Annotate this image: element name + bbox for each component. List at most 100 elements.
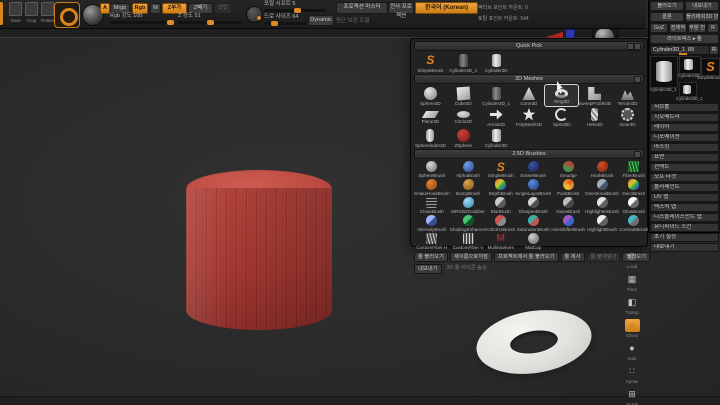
shelf-solo-button[interactable]: ● Solo <box>618 342 646 361</box>
panel-mini-button[interactable] <box>634 76 641 83</box>
subpalette-item[interactable]: 컨택트 <box>650 163 719 172</box>
panel-close-icon[interactable] <box>634 43 641 50</box>
transfer-projection-button[interactable]: 전사 프로젝션 <box>388 2 414 19</box>
slider-track[interactable] <box>110 20 174 25</box>
brush-item[interactable]: SharpenBrush <box>515 196 551 214</box>
z-intensity-slider[interactable]: Z 강도 51 <box>178 13 242 26</box>
tool-panel-button[interactable]: 폴리메쉬3D 만들기 <box>685 12 719 22</box>
tool-panel-button[interactable]: 불러오기 <box>650 1 684 11</box>
red-cylinder-model[interactable] <box>186 188 332 330</box>
draw-size-slider[interactable]: 드로 사이즈 64 <box>264 14 306 27</box>
subpalette-item[interactable]: 표면 <box>650 153 719 162</box>
quick-pick-item[interactable]: Cylinder3D <box>480 52 513 73</box>
mesh-item[interactable]: Cylinder3D <box>480 127 513 148</box>
slider-handle[interactable] <box>166 20 174 25</box>
tool-action-button[interactable]: 툴 복사 <box>560 252 585 262</box>
brush-item[interactable]: AlphaBrush <box>450 160 487 178</box>
shelf-xpose-button[interactable]: ∷ Xpose <box>618 365 646 384</box>
shelf-local-button[interactable]: ◎ Local <box>618 250 646 269</box>
brush-item[interactable]: Smudge <box>551 160 585 178</box>
chip-a-toggle[interactable]: A <box>100 3 110 14</box>
brush-item[interactable]: CustomFiber V <box>450 232 487 250</box>
mesh-item[interactable]: PolyMesh3D <box>513 106 546 127</box>
mesh-item[interactable]: Cylinder3D_1 <box>480 85 513 106</box>
slider-track[interactable] <box>264 21 306 26</box>
brush-item[interactable]: ShadingEnhancer <box>450 214 486 232</box>
slider-handle[interactable] <box>270 21 278 26</box>
recent-tool-thumb-cylinder[interactable] <box>679 56 701 74</box>
subpalette-item[interactable]: 폴리페인트 <box>650 183 719 192</box>
subpalette-item[interactable]: 마스킹 <box>650 143 719 152</box>
mesh-item[interactable]: Spiral3D <box>545 106 578 127</box>
mesh-item[interactable]: SweepProfile3D <box>578 85 611 106</box>
tool-panel-button[interactable]: GoZ <box>650 23 668 33</box>
white-torus-model[interactable] <box>471 302 597 382</box>
mesh-item[interactable]: Gear3D <box>611 106 644 127</box>
document-crop-button[interactable]: Crop <box>24 2 39 23</box>
subpalette-item[interactable]: 서브툴 <box>650 103 719 112</box>
brush-item[interactable]: S SimpleBrush <box>486 160 515 178</box>
brush-item[interactable]: DecoBrush <box>619 178 648 196</box>
tool-action-button[interactable]: 새이름으로저장 <box>449 252 492 262</box>
focal-shift-slider[interactable]: 포컬 시프트 5 <box>264 1 326 14</box>
subpalette-item[interactable]: 디스플레이스먼트 맵 <box>650 213 719 222</box>
subpalette-item[interactable]: 모프 타겟 <box>650 173 719 182</box>
brush-item[interactable]: BlurBrush <box>486 196 515 214</box>
subpalette-item[interactable]: 지오메트리 <box>650 113 719 122</box>
tool-panel-button[interactable]: 클론 <box>650 12 684 22</box>
brushes-header[interactable]: 2.5D Brushes <box>414 149 644 159</box>
mesh-item[interactable]: ZSphere <box>447 127 480 148</box>
brush-item[interactable]: ColorizeBrush <box>486 214 515 232</box>
quick-pick-item[interactable]: S SimpleBrush <box>414 52 447 73</box>
tool-panel-button[interactable]: 전체적 <box>669 23 687 33</box>
brush-item[interactable]: NoiseBrush <box>551 196 585 214</box>
slider-handle[interactable] <box>206 20 214 25</box>
subpalette-item[interactable]: 유니파이드 스킨 <box>650 223 719 232</box>
brush-item[interactable]: SaturationBrush <box>515 214 551 232</box>
active-tool-thumb[interactable] <box>650 56 678 88</box>
panel-mini-button[interactable] <box>627 43 634 50</box>
brush-item[interactable]: DirectionalBrush <box>585 178 619 196</box>
subpalette-item[interactable]: 텍스처 맵 <box>650 203 719 212</box>
subpalette-item[interactable]: 디포메이션 <box>650 133 719 142</box>
tool-action-button[interactable]: 프로젝트에서 툴 불러오기 <box>493 252 559 262</box>
brush-item[interactable]: ContrastBrush <box>619 214 648 232</box>
brush-item[interactable]: CloneBrush <box>414 196 450 214</box>
mesh-item[interactable]: Plane3D <box>414 106 447 127</box>
mesh-item[interactable]: Circle3D <box>447 106 480 127</box>
recent-tool-thumb-simplebrush[interactable]: S <box>701 58 720 76</box>
brush-item[interactable]: BumpBrush <box>450 178 487 196</box>
panel-mini-button[interactable] <box>634 151 641 158</box>
mesh-item[interactable]: Arrow3D <box>480 106 513 127</box>
tool-panel-button[interactable]: R <box>707 23 719 33</box>
quick-pick-item[interactable]: Cylinder3D_1 <box>447 52 480 73</box>
recent-tool-thumb-cylinder1[interactable] <box>679 82 697 97</box>
brush-item[interactable]: GlowBrush <box>619 196 648 214</box>
subpalette-item[interactable]: 레이어 <box>650 123 719 132</box>
mesh-item[interactable]: Terrain3D <box>611 85 644 106</box>
slider-track[interactable] <box>264 8 326 13</box>
brush-item[interactable]: SnakeHookBrush <box>414 178 450 196</box>
mesh-item[interactable]: Cone3D <box>513 85 546 106</box>
quick-pick-header[interactable]: Quick Pick <box>414 41 644 51</box>
brush-item[interactable]: MRGBZGrabber <box>450 196 487 214</box>
brush-item[interactable]: IntensityBrush <box>414 214 450 232</box>
tool-panel-button[interactable]: 부분 전송 <box>688 23 706 33</box>
shelf-ghost-button[interactable]: ◌ Ghost <box>618 319 646 338</box>
slider-handle[interactable] <box>294 8 302 13</box>
rgb-intensity-slider[interactable]: Rgb 강도 100 <box>110 13 174 26</box>
brush-item[interactable]: MatCap <box>515 232 551 250</box>
brush-item[interactable]: HighlightBrush <box>585 214 619 232</box>
brush-item[interactable]: M MultiMarkers <box>486 232 515 250</box>
current-brush-button[interactable] <box>54 2 80 28</box>
projection-master-button[interactable]: 프로젝션 마스터 <box>336 2 388 14</box>
brush-item[interactable]: DepthBrush <box>486 178 515 196</box>
brush-item[interactable]: SingleLayerBrush <box>515 178 551 196</box>
mesh-item[interactable]: Sphereinder3D <box>414 127 447 148</box>
document-rotate-button[interactable]: Rotate <box>40 2 55 23</box>
focal-knob-icon[interactable] <box>246 6 263 23</box>
tool-r-button[interactable]: R <box>709 46 718 54</box>
brush-item[interactable]: SphereBrush <box>414 160 450 178</box>
tool-action-button[interactable]: 툴 불러오기 <box>414 252 448 262</box>
brush-item[interactable]: HighlighterBrush <box>585 196 619 214</box>
